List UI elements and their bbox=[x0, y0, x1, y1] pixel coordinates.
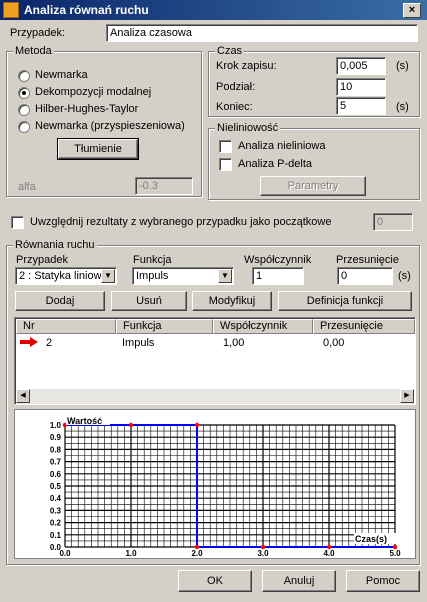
data-point bbox=[128, 422, 134, 428]
metoda-legend: Metoda bbox=[13, 45, 54, 57]
x-tick-label: 4.0 bbox=[323, 549, 335, 558]
modyfikuj-button[interactable]: Modyfikuj bbox=[192, 291, 272, 311]
przypadek-label: Przypadek: bbox=[10, 27, 66, 39]
radio-dekompozycji[interactable] bbox=[18, 87, 30, 99]
y-tick-label: 0.3 bbox=[50, 506, 62, 515]
funkcja-value: Impuls bbox=[136, 270, 169, 282]
chart-area: 0.0 0.1 0.2 0.3 0.4 0.5 0.6 0.7 0.8 0.9 1.0 0.0 1.0 2… bbox=[14, 409, 416, 559]
equations-table[interactable]: Nr Funkcja Współczynnik Przesunięcie 2 I… bbox=[14, 317, 416, 405]
koniec-unit: (s) bbox=[396, 101, 409, 113]
radio-hilber-label: Hilber-Hughes-Taylor bbox=[35, 103, 139, 115]
przesuniecie-label: Przesunięcie bbox=[336, 254, 399, 266]
wspolczynnik-input[interactable]: 1 bbox=[252, 267, 304, 285]
x-tick-label: 5.0 bbox=[389, 549, 401, 558]
y-tick-label: 0.4 bbox=[50, 494, 62, 503]
podzial-input[interactable]: 10 bbox=[336, 78, 386, 96]
krok-label: Krok zapisu: bbox=[216, 60, 277, 72]
pomoc-button[interactable]: Pomoc bbox=[346, 570, 420, 592]
przesuniecie-unit: (s) bbox=[398, 270, 411, 282]
radio-newmarka[interactable] bbox=[18, 70, 30, 82]
col-header-funkcja[interactable]: Funkcja bbox=[116, 319, 213, 334]
ok-button[interactable]: OK bbox=[178, 570, 252, 592]
col-header-wspolczynnik[interactable]: Współczynnik bbox=[213, 319, 313, 334]
horizontal-scrollbar[interactable]: ◀ ▶ bbox=[16, 389, 414, 404]
cell-wspolczynnik: 1,00 bbox=[223, 337, 245, 349]
x-tick-label: 2.0 bbox=[191, 549, 203, 558]
definicja-button[interactable]: Definicja funkcji bbox=[278, 291, 412, 311]
dodaj-button[interactable]: Dodaj bbox=[15, 291, 105, 311]
y-tick-label: 0.6 bbox=[50, 470, 62, 479]
alfa-input[interactable]: -0.3 bbox=[135, 177, 193, 195]
x-tick-label: 3.0 bbox=[257, 549, 269, 558]
scroll-left-icon[interactable]: ◀ bbox=[16, 389, 30, 403]
krok-unit: (s) bbox=[396, 60, 409, 72]
nieliniowa-label: Analiza nieliniowa bbox=[238, 140, 326, 152]
data-point bbox=[194, 422, 200, 428]
funkcja-label: Funkcja bbox=[133, 254, 172, 266]
cell-nr: 2 bbox=[46, 337, 53, 349]
scroll-right-icon[interactable]: ▶ bbox=[400, 389, 414, 403]
title-bar: Analiza równań ruchu × bbox=[0, 0, 427, 20]
table-row[interactable]: 2 Impuls 1,00 0,00 bbox=[16, 335, 414, 351]
y-tick-label: 0.1 bbox=[50, 531, 62, 540]
chevron-down-icon[interactable]: ▼ bbox=[218, 269, 232, 283]
window-title: Analiza równań ruchu bbox=[24, 3, 149, 17]
uwzglednij-input[interactable]: 0 bbox=[373, 213, 413, 231]
col-header-przesuniecie[interactable]: Przesunięcie bbox=[313, 319, 415, 334]
nieliniowosc-legend: Nieliniowość bbox=[215, 122, 281, 134]
y-tick-label: 0.7 bbox=[50, 458, 62, 467]
radio-hilber[interactable] bbox=[18, 104, 30, 116]
chevron-down-icon[interactable]: ▼ bbox=[101, 269, 115, 283]
koniec-input[interactable]: 5 bbox=[336, 97, 386, 115]
podzial-label: Podział: bbox=[216, 81, 256, 93]
funkcja-combo[interactable]: Impuls ▼ bbox=[132, 267, 234, 285]
krok-input[interactable]: 0,005 bbox=[336, 57, 386, 75]
radio-dekompozycji-label: Dekompozycji modalnej bbox=[35, 86, 152, 98]
radio-newmarka-przysp[interactable] bbox=[18, 121, 30, 133]
y-axis-label: Wartość bbox=[67, 416, 102, 426]
przypadek2-combo[interactable]: 2 : Statyka liniow ▼ bbox=[15, 267, 117, 285]
alfa-label: alfa bbox=[18, 181, 36, 193]
x-tick-label: 1.0 bbox=[125, 549, 137, 558]
close-button[interactable]: × bbox=[403, 3, 421, 18]
y-tick-label: 0.5 bbox=[50, 482, 62, 491]
koniec-label: Koniec: bbox=[216, 101, 253, 113]
x-tick-label: 0.0 bbox=[59, 549, 71, 558]
uwzglednij-checkbox[interactable] bbox=[11, 216, 24, 229]
pdelta-label: Analiza P-delta bbox=[238, 158, 312, 170]
uwzglednij-label: Uwzględnij rezultaty z wybranego przypad… bbox=[30, 216, 332, 228]
x-axis-label: Czas(s) bbox=[355, 534, 387, 544]
impulse-chart: 0.00.10.20.30.40.50.60.70.80.91.00.0 1.0 2… bbox=[50, 416, 401, 558]
tlumienie-button[interactable]: Tłumienie bbox=[57, 138, 139, 160]
przypadek2-label: Przypadek bbox=[16, 254, 68, 266]
rownania-legend: Równania ruchu bbox=[13, 239, 97, 251]
col-header-nr[interactable]: Nr bbox=[16, 319, 116, 334]
przesuniecie-input[interactable]: 0 bbox=[337, 267, 393, 285]
radio-newmarka-przysp-label: Newmarka (przyspieszeniowa) bbox=[35, 120, 185, 132]
y-tick-label: 0.2 bbox=[50, 519, 62, 528]
app-icon bbox=[3, 2, 19, 18]
y-tick-label: 1.0 bbox=[50, 421, 62, 430]
wspolczynnik-label: Współczynnik bbox=[244, 254, 312, 266]
usun-button[interactable]: Usuń bbox=[111, 291, 187, 311]
y-tick-label: 0.9 bbox=[50, 433, 62, 442]
arrow-right-icon bbox=[20, 337, 38, 347]
cell-funkcja: Impuls bbox=[122, 337, 155, 349]
parametry-button[interactable]: Parametry bbox=[260, 176, 366, 196]
czas-legend: Czas bbox=[215, 45, 245, 57]
anuluj-button[interactable]: Anuluj bbox=[262, 570, 336, 592]
y-tick-label: 0.8 bbox=[50, 445, 62, 454]
pdelta-checkbox[interactable] bbox=[219, 158, 232, 171]
przypadek2-value: 2 : Statyka liniow bbox=[19, 270, 102, 282]
cell-przesuniecie: 0,00 bbox=[323, 337, 345, 349]
nieliniowa-checkbox[interactable] bbox=[219, 140, 232, 153]
radio-newmarka-label: Newmarka bbox=[35, 69, 88, 81]
przypadek-input[interactable]: Analiza czasowa bbox=[106, 24, 418, 42]
